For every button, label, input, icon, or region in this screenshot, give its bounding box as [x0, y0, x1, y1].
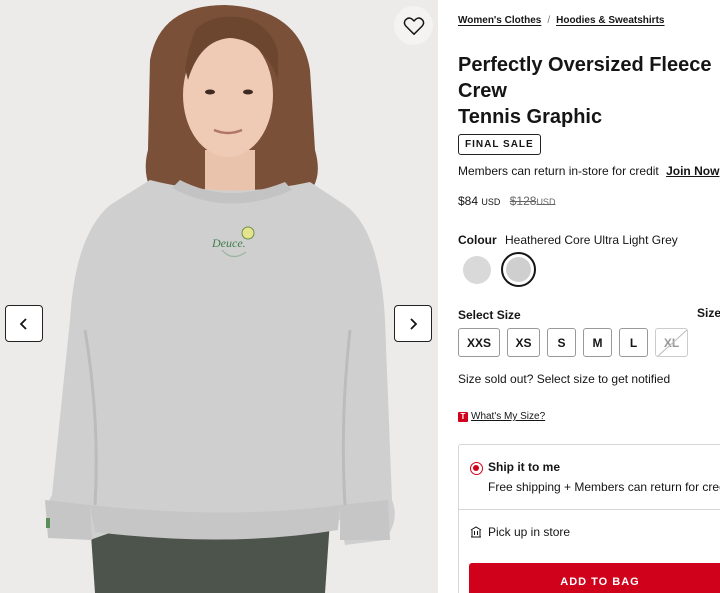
- size-l[interactable]: L: [619, 328, 648, 357]
- previous-image-button[interactable]: [5, 305, 43, 342]
- breadcrumb: Women's Clothes / Hoodies & Sweatshirts: [458, 15, 664, 26]
- final-sale-badge: FINAL SALE: [458, 134, 541, 155]
- product-photo: Deuce.: [0, 0, 438, 593]
- product-gallery: Deuce.: [0, 0, 438, 593]
- original-price-value: $128: [509, 194, 537, 208]
- colour-swatch-light-grey[interactable]: [463, 256, 491, 284]
- size-guide-link[interactable]: Size: [697, 306, 720, 320]
- next-image-button[interactable]: [394, 305, 432, 342]
- size-xxs[interactable]: XXS: [458, 328, 500, 357]
- product-info: Women's Clothes / Hoodies & Sweatshirts Pe…: [458, 0, 720, 593]
- breadcrumb-womens-clothes[interactable]: Women's Clothes: [458, 15, 541, 26]
- select-size-label: Select Size: [458, 308, 521, 322]
- product-title-line1: Perfectly Oversized Fleece Crew: [458, 54, 712, 102]
- original-price: $128USD: [510, 194, 556, 208]
- selected-colour: Heathered Core Ultra Light Grey: [505, 233, 678, 247]
- size-tool-logo-icon: T: [458, 411, 468, 422]
- whats-my-size-link[interactable]: What's My Size?: [471, 411, 545, 422]
- chevron-left-icon: [19, 317, 27, 330]
- members-note: Members can return in-store for credit J…: [458, 164, 719, 178]
- size-options: XXS XS S M L XL: [458, 328, 688, 357]
- breadcrumb-hoodies-sweatshirts[interactable]: Hoodies & Sweatshirts: [556, 15, 664, 26]
- price: $84 USD $128USD: [458, 194, 555, 208]
- sale-price: $84: [458, 194, 479, 208]
- ship-title: Ship it to me: [488, 460, 560, 474]
- ship-subtitle: Free shipping + Members can return for c…: [488, 480, 720, 494]
- sale-price-currency: USD: [481, 197, 501, 207]
- pick-up-in-store-option[interactable]: Pick up in store: [470, 525, 570, 539]
- product-title-line2: Tennis Graphic: [458, 106, 603, 128]
- join-now-link[interactable]: Join Now: [666, 164, 719, 178]
- pickup-label: Pick up in store: [488, 525, 571, 539]
- add-to-bag-button[interactable]: ADD TO BAG: [469, 563, 720, 593]
- size-xl-unavailable[interactable]: XL: [655, 328, 688, 357]
- size-m[interactable]: M: [583, 328, 612, 357]
- size-s[interactable]: S: [547, 328, 576, 357]
- sold-out-note: Size sold out? Select size to get notifi…: [458, 372, 671, 386]
- whats-my-size: T What's My Size?: [458, 411, 545, 422]
- store-icon: [470, 526, 482, 538]
- colour-selection: Colour Heathered Core Ultra Light Grey: [458, 233, 678, 247]
- colour-label: Colour: [458, 233, 497, 247]
- delivery-divider: [459, 509, 720, 510]
- chevron-right-icon: [410, 317, 418, 330]
- breadcrumb-separator: /: [547, 15, 551, 26]
- colour-swatch-heathered-core-ultra-light-grey[interactable]: [501, 252, 536, 287]
- original-price-currency: USD: [536, 197, 556, 207]
- ship-radio-selected[interactable]: [470, 462, 483, 475]
- swatch-fill: [506, 257, 531, 282]
- product-title: Perfectly Oversized Fleece Crew Tennis G…: [458, 52, 720, 130]
- members-text: Members can return in-store for credit: [458, 164, 659, 178]
- size-xs[interactable]: XS: [507, 328, 540, 357]
- favorite-button[interactable]: [394, 6, 433, 45]
- svg-text:Deuce.: Deuce.: [211, 236, 246, 250]
- heart-icon: [403, 16, 424, 35]
